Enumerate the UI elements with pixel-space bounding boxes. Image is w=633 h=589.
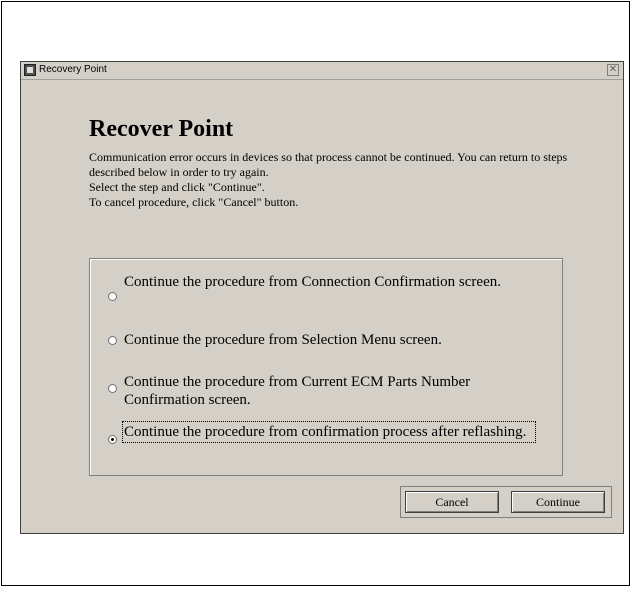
option-label[interactable]: Continue the procedure from Current ECM … — [124, 373, 534, 409]
instruction-line: To cancel procedure, click "Cancel" butt… — [89, 195, 299, 209]
option-label[interactable]: Continue the procedure from Connection C… — [124, 273, 534, 291]
recovery-point-dialog: Recovery Point ✕ Recover Point Communica… — [20, 61, 624, 534]
continue-button[interactable]: Continue — [511, 491, 605, 513]
instruction-line: Select the step and click "Continue". — [89, 180, 265, 194]
instruction-line: Communication error occurs in devices so… — [89, 150, 568, 179]
radio-button-selected[interactable] — [108, 435, 117, 444]
instructions-text: Communication error occurs in devices so… — [89, 150, 569, 210]
radio-button[interactable] — [108, 384, 117, 393]
title-bar[interactable]: Recovery Point ✕ — [21, 62, 623, 80]
option-label[interactable]: Continue the procedure from Selection Me… — [124, 331, 534, 349]
close-icon[interactable]: ✕ — [607, 64, 619, 76]
recovery-options-group: Continue the procedure from Connection C… — [89, 258, 563, 476]
page-title: Recover Point — [89, 116, 234, 142]
option-label[interactable]: Continue the procedure from confirmation… — [122, 421, 536, 443]
button-bar: Cancel Continue — [400, 486, 612, 518]
app-icon — [24, 64, 36, 76]
radio-button[interactable] — [108, 292, 117, 301]
window-title: Recovery Point — [39, 64, 107, 75]
radio-button[interactable] — [108, 336, 117, 345]
cancel-button[interactable]: Cancel — [405, 491, 499, 513]
